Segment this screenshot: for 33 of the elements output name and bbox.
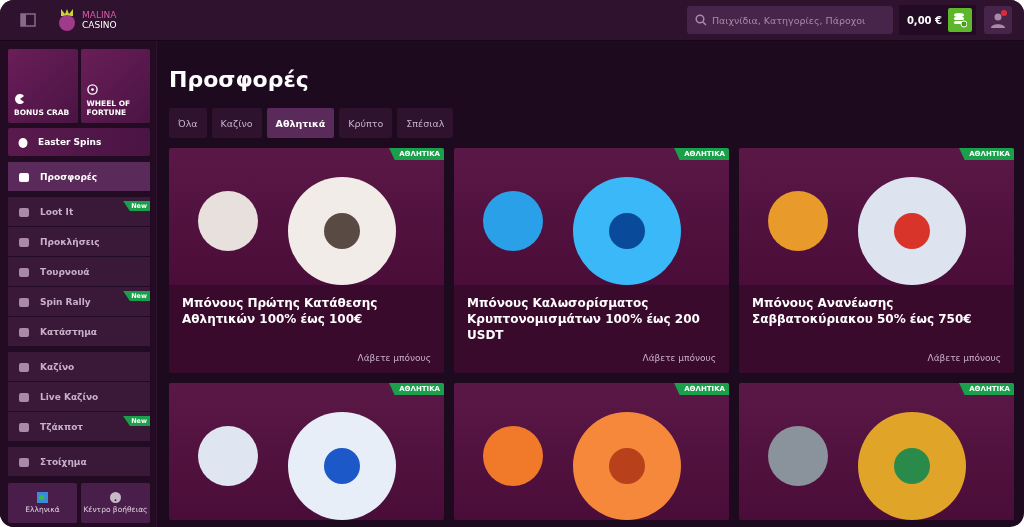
coins-icon — [953, 12, 967, 28]
easter-spins-item[interactable]: Easter Spins — [8, 128, 150, 156]
category-tab[interactable]: Όλα — [169, 108, 207, 138]
promo-title: Μπόνους Καλωσορίσματος Κρυπτονομισμάτων 100% έως 200 USDT — [467, 295, 701, 344]
sidebar-item[interactable]: Καζίνο — [8, 352, 150, 381]
sidebar-item[interactable]: Προσφορές — [8, 162, 150, 191]
profile-button[interactable] — [984, 6, 1012, 34]
help-icon — [110, 492, 121, 503]
category-tab[interactable]: Αθλητικά — [266, 108, 335, 138]
sidebar-item[interactable]: Κατάστημα — [8, 317, 150, 346]
page-title: Προσφορές — [169, 67, 310, 92]
sidebar-item[interactable]: Live Καζίνο — [8, 382, 150, 411]
get-bonus-link[interactable]: Λάβετε μπόνους — [642, 353, 716, 363]
deposit-button[interactable] — [948, 8, 972, 32]
category-tab[interactable]: Καζίνο — [211, 108, 262, 138]
get-bonus-link[interactable]: Λάβετε μπόνους — [357, 353, 431, 363]
sidebar-item[interactable]: Προκλήσεις — [8, 227, 150, 256]
balance-amount: 0,00 € — [906, 14, 942, 26]
raspberry-logo-icon — [56, 7, 78, 33]
category-tab[interactable]: Σπέσιαλ — [397, 108, 454, 138]
logo-text: MALINA — [82, 10, 117, 20]
promo-title: Μπόνους Ανανέωσης Σαββατοκύριακου 50% έως 750€ — [752, 295, 973, 328]
sidebar-toggle-icon[interactable] — [20, 13, 36, 27]
category-tab[interactable]: Κρύπτο — [339, 108, 393, 138]
sidebar-item[interactable]: Στοίχημα — [8, 447, 150, 476]
user-icon — [990, 12, 1006, 28]
wheel-icon — [86, 84, 98, 95]
promo-title: Μπόνους Πρώτης Κατάθεσης Αθλητικών 100% έως 100€ — [182, 295, 379, 328]
get-bonus-link[interactable]: Λάβετε μπόνους — [927, 353, 1001, 363]
search-field[interactable]: Παιχνίδια, Κατηγορίες, Πάροχοι — [686, 6, 893, 34]
sidebar-item[interactable]: Τουρνουά — [8, 257, 150, 286]
logo-text: CASINO — [82, 20, 117, 30]
egg-icon — [18, 136, 28, 148]
